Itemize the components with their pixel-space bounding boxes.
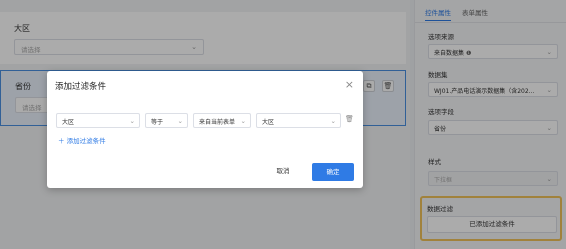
cancel-button[interactable]: 取消 — [269, 163, 297, 180]
chevron-down-icon: ⌄ — [129, 117, 135, 125]
trash-icon[interactable]: 🗑 — [345, 115, 354, 123]
chevron-down-icon: ⌄ — [177, 117, 183, 125]
filter-source-value: 来自当前表单 — [199, 119, 236, 126]
dialog-title: 添加过滤条件 — [55, 82, 107, 92]
filter-operator-select[interactable]: 等于 ⌄ — [145, 113, 188, 128]
filter-field-value: 大区 — [62, 119, 75, 126]
close-icon[interactable]: × — [345, 78, 354, 91]
add-filter-link[interactable]: ＋ 添加过滤条件 — [58, 135, 106, 145]
ok-button[interactable]: 确定 — [312, 163, 354, 181]
chevron-down-icon: ⌄ — [240, 117, 246, 125]
add-filter-dialog: 添加过滤条件 × 大区 ⌄ 等于 ⌄ 来自当前表单 ⌄ 大区 ⌄ 🗑 ＋ 添加过… — [47, 71, 363, 188]
chevron-down-icon: ⌄ — [330, 117, 336, 125]
filter-value-select[interactable]: 大区 ⌄ — [256, 113, 341, 128]
filter-source-select[interactable]: 来自当前表单 ⌄ — [193, 113, 251, 128]
filter-field-select[interactable]: 大区 ⌄ — [56, 113, 140, 128]
filter-value-value: 大区 — [262, 119, 275, 126]
filter-operator-value: 等于 — [151, 119, 164, 126]
